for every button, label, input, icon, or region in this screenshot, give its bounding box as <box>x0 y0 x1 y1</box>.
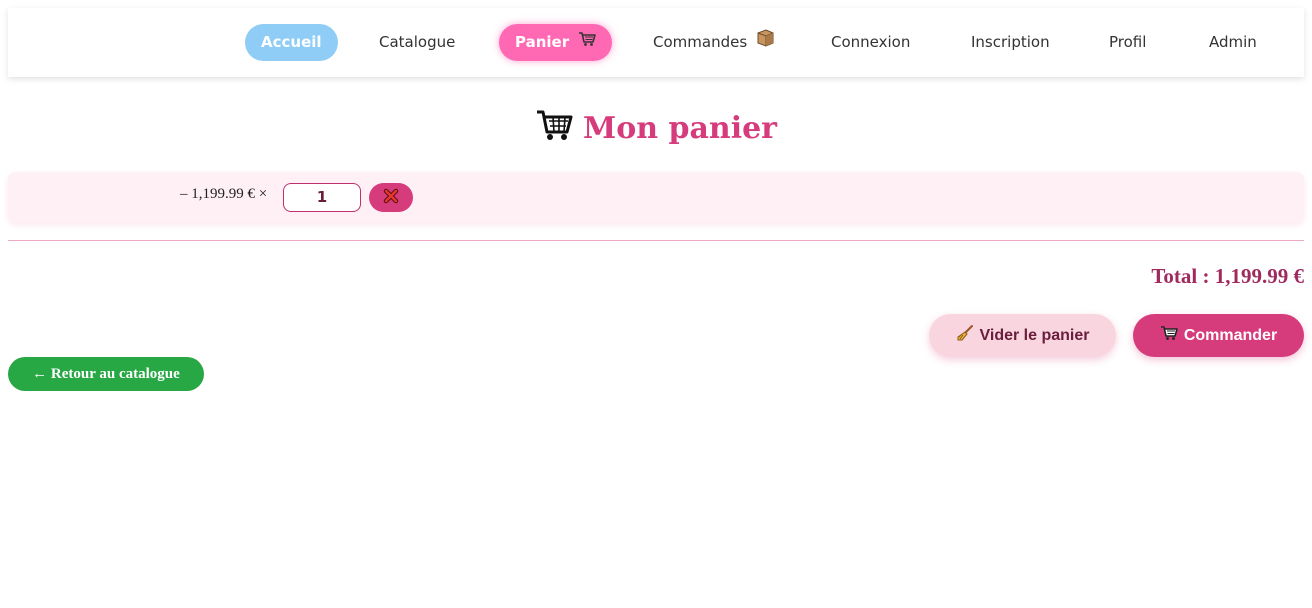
quantity-input[interactable]: 1 <box>283 183 361 212</box>
nav-panier-label: Panier <box>515 33 570 51</box>
back-to-catalogue-label: ← Retour au catalogue <box>32 365 180 382</box>
cart-icon <box>1160 325 1178 346</box>
nav-profil[interactable]: Profil <box>1109 24 1146 61</box>
nav-inscription-label: Inscription <box>971 33 1050 51</box>
nav-profil-label: Profil <box>1109 33 1147 51</box>
cart-icon <box>535 108 573 150</box>
nav-connexion[interactable]: Connexion <box>831 24 910 61</box>
cart-total: Total : 1,199.99 € <box>1151 264 1304 288</box>
nav-accueil[interactable]: Accueil <box>245 24 338 61</box>
cart-icon <box>578 24 597 61</box>
nav-admin-label: Admin <box>1209 33 1257 51</box>
nav-commandes[interactable]: Commandes <box>653 24 775 61</box>
nav-connexion-label: Connexion <box>831 33 911 51</box>
clear-cart-button[interactable]: Vider le panier <box>929 314 1116 357</box>
remove-item-button[interactable] <box>369 183 413 212</box>
nav-catalogue-label: Catalogue <box>379 33 456 51</box>
cart-item-row: – 1,199.99 € × 1 <box>8 172 1304 223</box>
cart-item-price: – 1,199.99 € × <box>180 186 268 202</box>
navbar: Accueil Catalogue Panier Commandes Conne… <box>8 8 1304 77</box>
clear-cart-label: Vider le panier <box>979 326 1090 344</box>
order-label: Commander <box>1183 326 1278 344</box>
order-button[interactable]: Commander <box>1133 314 1304 357</box>
page-title: Mon panier <box>0 108 1312 150</box>
back-to-catalogue-button[interactable]: ← Retour au catalogue <box>8 357 204 391</box>
nav-catalogue[interactable]: Catalogue <box>379 24 455 61</box>
nav-commandes-label: Commandes <box>653 33 748 51</box>
nav-inscription[interactable]: Inscription <box>971 24 1050 61</box>
nav-panier[interactable]: Panier <box>499 24 613 61</box>
nav-accueil-label: Accueil <box>261 33 322 51</box>
package-icon <box>756 24 775 61</box>
broom-icon <box>956 324 974 347</box>
page-title-text: Mon panier <box>583 111 777 146</box>
divider <box>8 240 1304 241</box>
nav-admin[interactable]: Admin <box>1209 24 1257 61</box>
close-icon <box>383 188 399 208</box>
